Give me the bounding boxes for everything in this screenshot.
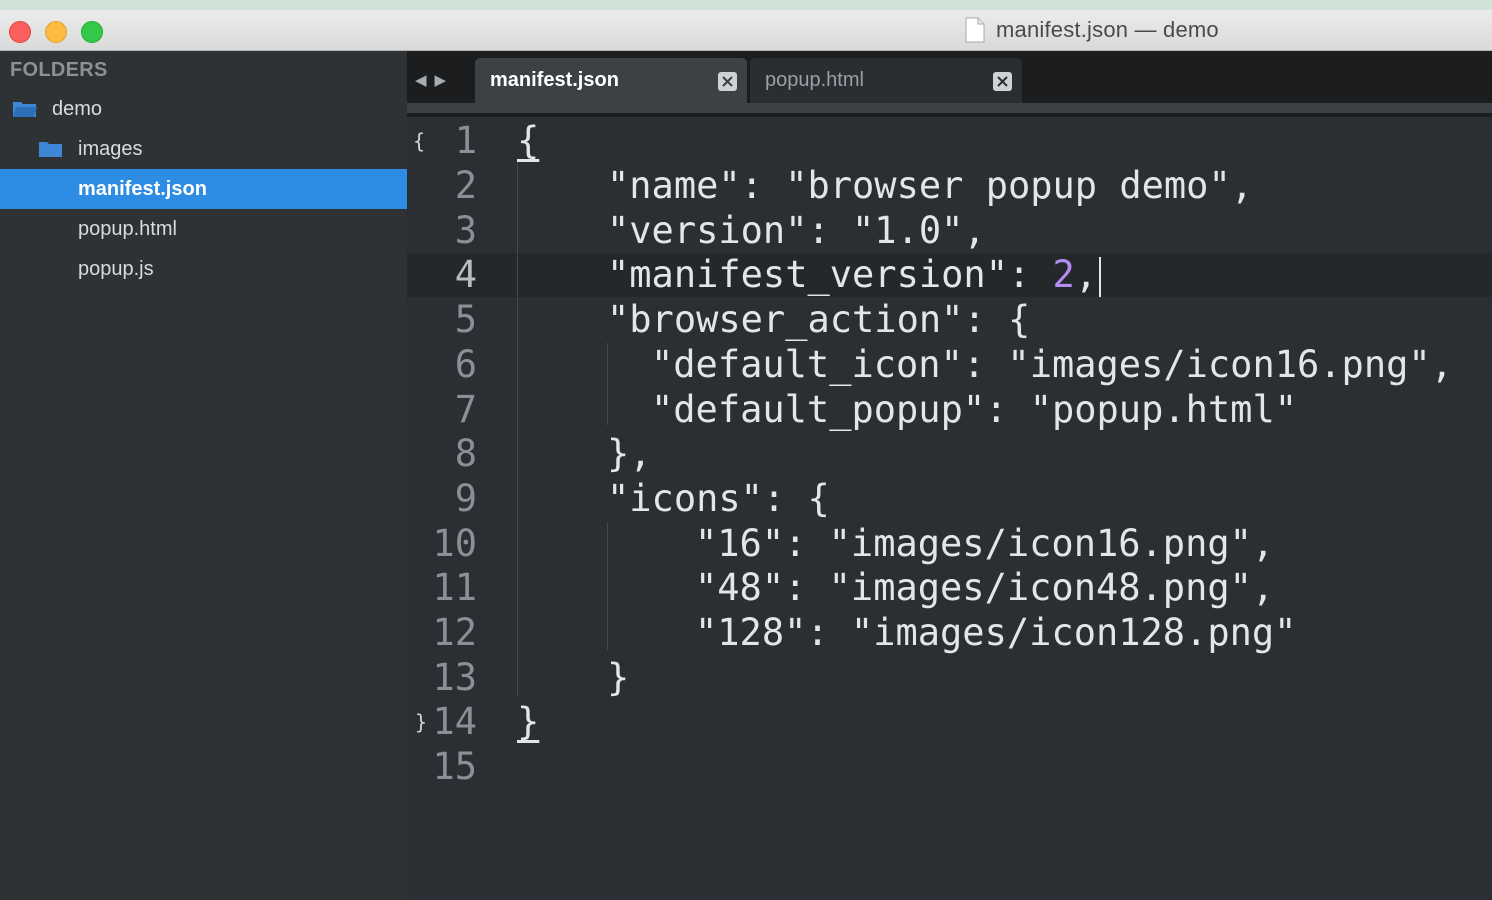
code-line-10: 10 "16": "images/icon16.png", <box>407 522 1492 566</box>
line-number: 9 <box>454 477 477 520</box>
tab-nav: ◀ ▶ <box>415 71 446 89</box>
tab-next-icon[interactable]: ▶ <box>435 71 447 89</box>
close-window-button[interactable] <box>9 21 31 43</box>
sidebar-item-demo[interactable]: demo <box>0 89 407 129</box>
code-text: "default_popup": "popup.html" <box>651 388 1298 431</box>
code-line-1: { 1 { <box>407 119 1492 163</box>
line-number: 15 <box>432 745 477 788</box>
code-line-2: 2 "name": "browser popup demo", <box>407 164 1492 208</box>
line-number: 12 <box>432 611 477 654</box>
close-tab-icon[interactable] <box>718 72 737 91</box>
line-number: 6 <box>454 343 477 386</box>
code-text: "default_icon": "images/icon16.png", <box>651 343 1453 386</box>
code-line-11: 11 "48": "images/icon48.png", <box>407 566 1492 610</box>
code-text: "version": "1.0", <box>607 209 986 252</box>
code-text: { <box>517 119 540 162</box>
folder-open-icon <box>13 102 37 117</box>
minimize-window-button[interactable] <box>45 21 67 43</box>
code-line-7: 7 "default_popup": "popup.html" <box>407 388 1492 432</box>
folders-header: FOLDERS <box>10 59 108 81</box>
line-number: 5 <box>454 298 477 341</box>
maximize-window-button[interactable] <box>81 21 103 43</box>
window-title-group: manifest.json — demo <box>964 16 1219 44</box>
sidebar-item-popup-js[interactable]: popup.js <box>0 249 407 289</box>
code-editor[interactable]: { 1 { 2 "name": "browser popup demo", 3 … <box>407 117 1492 900</box>
code-text: "manifest_version": 2, <box>607 253 1102 297</box>
code-line-14: } 14 } <box>407 700 1492 744</box>
sidebar-item-popup-html[interactable]: popup.html <box>0 209 407 249</box>
line-number: 3 <box>454 209 477 252</box>
fold-open-icon[interactable]: { <box>413 119 425 163</box>
fold-close-icon[interactable]: } <box>415 700 427 744</box>
sidebar-item-label: demo <box>52 97 103 120</box>
tab-prev-icon[interactable]: ◀ <box>415 71 427 89</box>
code-line-9: 9 "icons": { <box>407 477 1492 521</box>
document-icon <box>965 17 985 43</box>
code-line-6: 6 "default_icon": "images/icon16.png", <box>407 343 1492 387</box>
title-bar: manifest.json — demo <box>0 10 1492 51</box>
line-number: 11 <box>432 566 477 609</box>
code-line-3: 3 "version": "1.0", <box>407 209 1492 253</box>
code-text: "16": "images/icon16.png", <box>695 522 1275 565</box>
code-text: "128": "images/icon128.png" <box>695 611 1297 654</box>
code-punct: , <box>1074 253 1098 296</box>
code-text: "browser_action": { <box>607 298 1031 341</box>
sidebar-item-label: popup.js <box>78 257 154 280</box>
line-number: 10 <box>432 522 477 565</box>
code-text: "48": "images/icon48.png", <box>695 566 1275 609</box>
folder-icon <box>39 142 62 157</box>
code-text: }, <box>607 432 652 475</box>
code-line-13: 13 } <box>407 656 1492 700</box>
window-title: manifest.json — demo <box>996 17 1219 42</box>
sidebar-item-label: popup.html <box>78 217 177 240</box>
line-number: 7 <box>454 388 477 431</box>
line-number: 14 <box>432 700 477 743</box>
code-text: } <box>607 656 630 699</box>
code-line-12: 12 "128": "images/icon128.png" <box>407 611 1492 655</box>
sidebar-item-manifest-json[interactable]: manifest.json <box>0 169 407 209</box>
tab-label: popup.html <box>765 69 864 91</box>
line-number: 2 <box>454 164 477 207</box>
code-text: } <box>517 700 540 743</box>
code-text: "name": "browser popup demo", <box>607 164 1254 207</box>
code-line-5: 5 "browser_action": { <box>407 298 1492 342</box>
code-line-4: 4 "manifest_version": 2, <box>407 253 1492 297</box>
sidebar: FOLDERS demo images manifest.json popup.… <box>0 51 407 900</box>
line-number: 1 <box>454 119 477 162</box>
line-number: 8 <box>454 432 477 475</box>
tab-bar: ◀ ▶ manifest.json popup.html <box>407 51 1492 104</box>
line-number: 4 <box>454 253 477 296</box>
tab-popup-html[interactable]: popup.html <box>750 58 1022 104</box>
code-text: "icons": { <box>607 477 830 520</box>
code-line-8: 8 }, <box>407 432 1492 476</box>
sidebar-item-label: images <box>78 137 143 160</box>
close-tab-icon[interactable] <box>993 72 1012 91</box>
sidebar-item-images[interactable]: images <box>0 129 407 169</box>
tab-label: manifest.json <box>490 69 619 91</box>
code-line-15: 15 <box>407 745 1492 789</box>
number-literal: 2 <box>1052 253 1075 296</box>
code-key: "manifest_version": <box>607 253 1053 296</box>
line-number: 13 <box>432 656 477 699</box>
sidebar-item-label: manifest.json <box>78 177 207 200</box>
text-caret <box>1099 256 1102 297</box>
tab-manifest-json[interactable]: manifest.json <box>475 58 747 104</box>
